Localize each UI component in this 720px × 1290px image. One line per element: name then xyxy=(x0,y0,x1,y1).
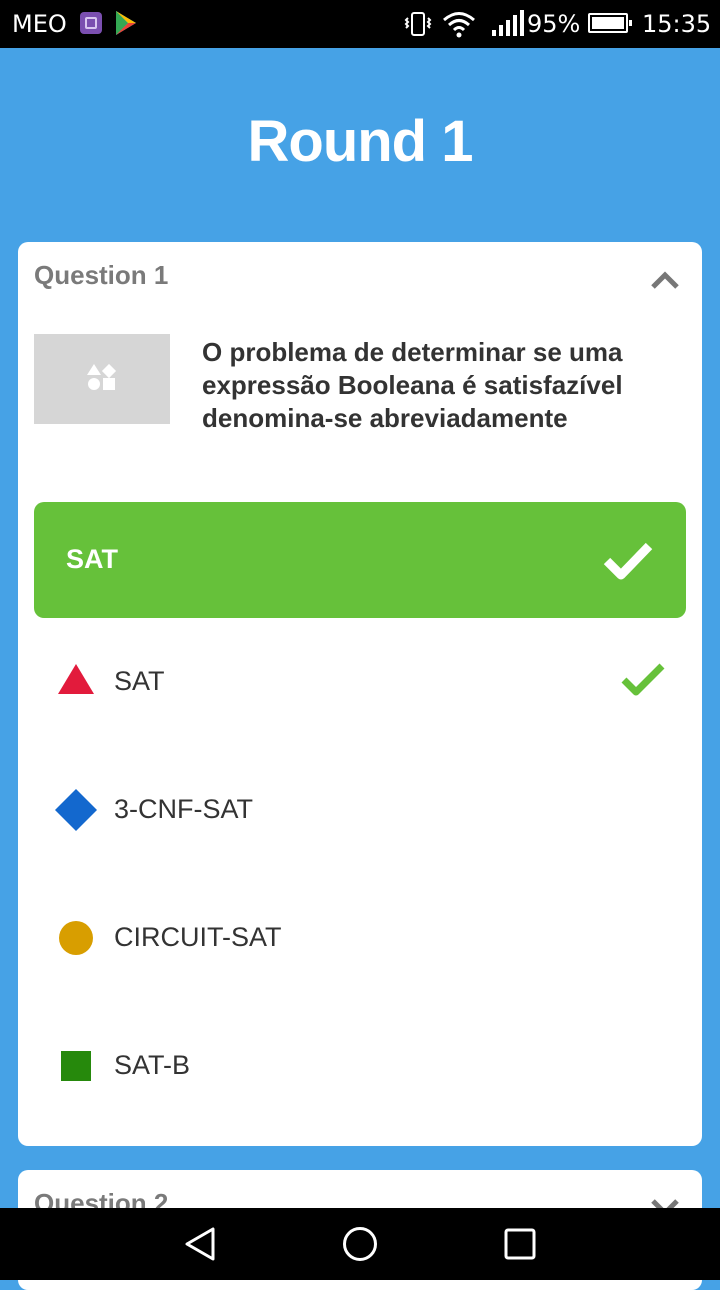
battery-percent: 95% xyxy=(527,10,581,38)
correct-answer-banner: SAT xyxy=(34,502,686,618)
home-icon[interactable] xyxy=(342,1226,378,1262)
status-bar: MEO 95% 15:35 xyxy=(0,0,720,48)
carrier-label: MEO xyxy=(12,10,67,38)
option-shape xyxy=(59,921,93,955)
play-store-icon xyxy=(116,11,136,35)
recents-icon[interactable] xyxy=(502,1226,538,1262)
option-label: 3-CNF-SAT xyxy=(114,794,253,824)
round-title: Round 1 xyxy=(247,109,474,174)
signal-icon xyxy=(492,10,524,36)
answer-option[interactable]: SAT-B xyxy=(34,1016,686,1116)
option-shape xyxy=(58,664,94,694)
checkmark-icon xyxy=(621,663,665,696)
option-label: CIRCUIT-SAT xyxy=(114,922,282,952)
question-text: O problema de determinar se uma expressã… xyxy=(202,337,623,433)
option-label: SAT xyxy=(114,666,165,696)
diamond-icon xyxy=(55,789,97,831)
triangle-icon xyxy=(58,664,94,694)
option-shape xyxy=(61,1051,91,1081)
circle-icon xyxy=(59,921,93,955)
vibrate-icon xyxy=(404,12,432,36)
shapes-icon xyxy=(87,364,117,390)
correct-answer-label: SAT xyxy=(66,544,118,574)
question-image-placeholder xyxy=(34,334,170,424)
navigation-bar xyxy=(0,1208,720,1280)
answer-option[interactable]: CIRCUIT-SAT xyxy=(34,888,686,988)
clock: 15:35 xyxy=(642,10,712,38)
question-label: Question 1 xyxy=(34,260,169,290)
back-icon[interactable] xyxy=(182,1226,218,1262)
wifi-icon xyxy=(443,12,475,38)
gallery-icon xyxy=(80,12,102,34)
square-icon xyxy=(61,1051,91,1081)
question-card: Question 1 O problema de determinar se u… xyxy=(18,242,702,1146)
checkmark-icon xyxy=(603,542,653,580)
answer-option[interactable]: 3-CNF-SAT xyxy=(34,760,686,860)
option-label: SAT-B xyxy=(114,1050,191,1080)
answer-option[interactable]: SAT xyxy=(34,632,686,732)
option-shape xyxy=(55,789,97,831)
battery-icon xyxy=(588,13,632,33)
chevron-up-icon[interactable] xyxy=(650,270,680,290)
